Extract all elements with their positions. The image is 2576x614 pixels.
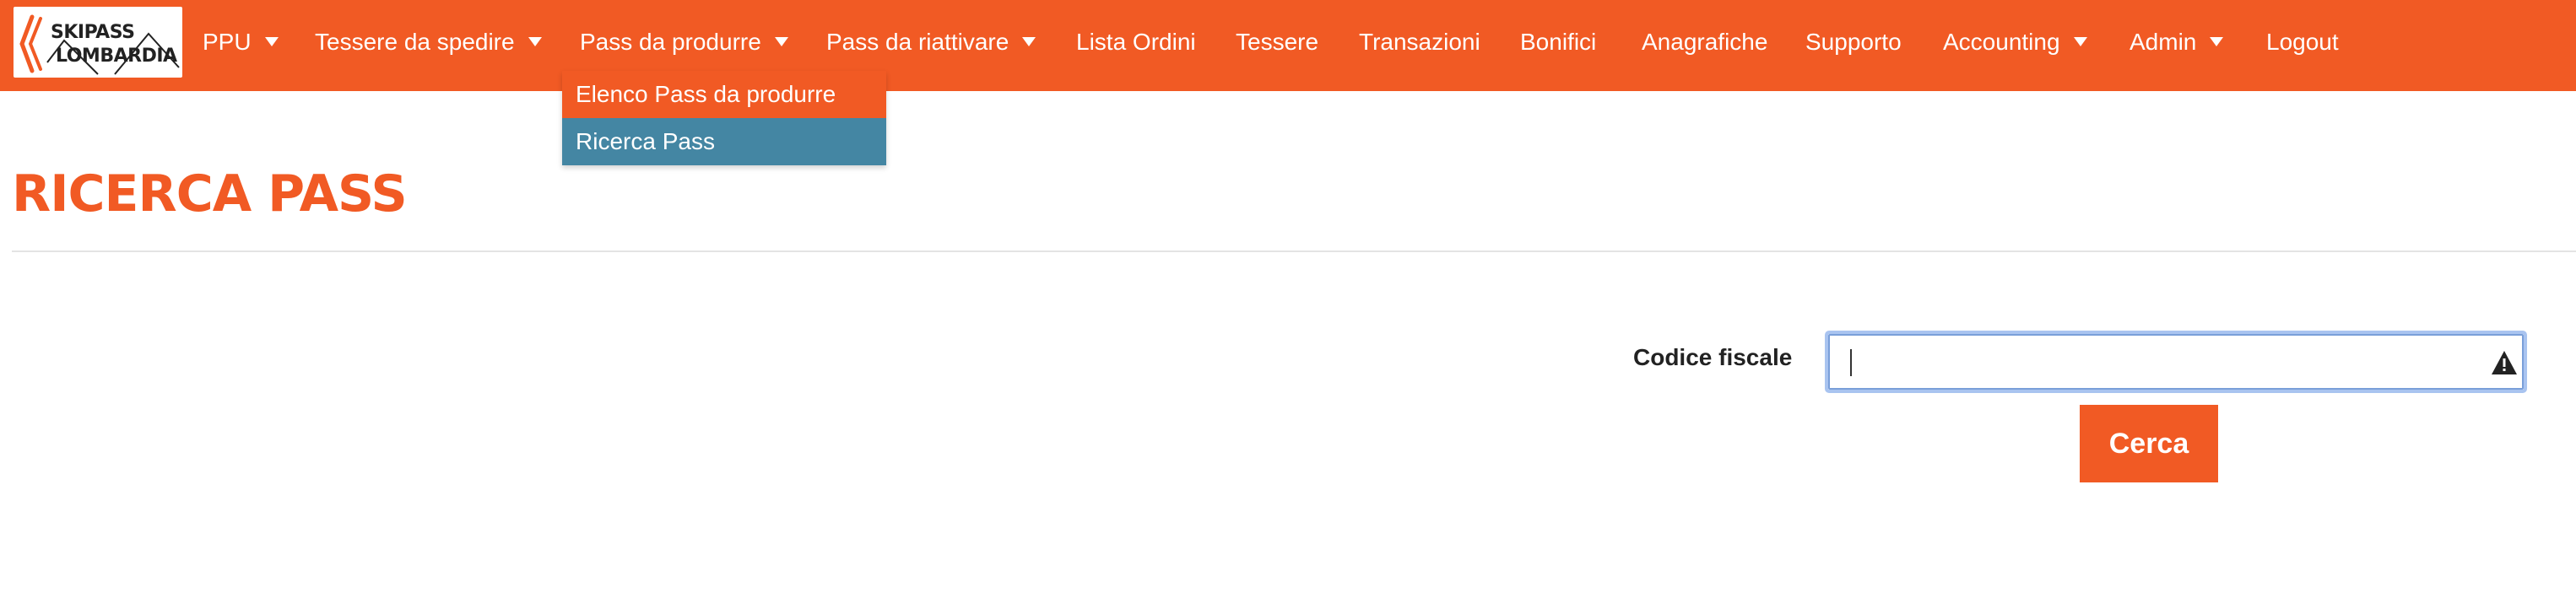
nav-item-transazioni[interactable]: Transazioni (1359, 0, 1480, 84)
codice-fiscale-input[interactable] (1828, 334, 2524, 390)
top-navbar: SKIPASS LOMBARDIA PPU Tessere da spedire… (0, 0, 2576, 91)
nav-item-bonifici[interactable]: Bonifici (1520, 0, 1596, 84)
nav-item-tessere[interactable]: Tessere (1236, 0, 1318, 84)
codice-fiscale-field-wrapper (1825, 331, 2527, 393)
nav-item-label: Admin (2130, 29, 2197, 55)
codice-fiscale-label: Codice fiscale (1633, 344, 1793, 370)
nav-item-label: Tessere da spedire (315, 29, 515, 55)
nav-item-label: Bonifici (1520, 29, 1597, 55)
caret-down-icon (2210, 37, 2224, 47)
nav-item-supporto[interactable]: Supporto (1805, 0, 1902, 84)
nav-item-label: Tessere (1236, 29, 1319, 55)
warning-triangle-icon (2492, 351, 2517, 374)
dropdown-item-elenco-pass[interactable]: Elenco Pass da produrre (562, 71, 886, 118)
nav-item-label: Supporto (1805, 29, 1902, 55)
nav-item-label: Anagrafiche (1642, 29, 1768, 55)
caret-down-icon (264, 37, 279, 47)
logo-text-skipass: SKIPASS (51, 22, 135, 43)
nav-item-admin[interactable]: Admin (2130, 0, 2224, 84)
pass-da-produrre-dropdown: Elenco Pass da produrre Ricerca Pass (562, 71, 886, 165)
nav-item-label: Accounting (1943, 29, 2060, 55)
nav-item-label: Lista Ordini (1076, 29, 1196, 55)
caret-down-icon (774, 37, 788, 47)
skipass-lombardia-logo[interactable]: SKIPASS LOMBARDIA (14, 7, 182, 78)
nav-item-label: Pass da produrre (580, 29, 761, 55)
nav-item-tessere-da-spedire[interactable]: Tessere da spedire (315, 0, 542, 84)
caret-down-icon (2073, 37, 2087, 47)
dropdown-item-ricerca-pass[interactable]: Ricerca Pass (562, 118, 886, 165)
nav-item-logout[interactable]: Logout (2266, 0, 2339, 84)
page-title: RICERCA PASS (12, 164, 408, 224)
nav-item-anagrafiche[interactable]: Anagrafiche (1642, 0, 1767, 84)
nav-item-label: Logout (2266, 29, 2339, 55)
title-divider (12, 250, 2576, 252)
caret-down-icon (528, 37, 542, 47)
logo-text-lombardia: LOMBARDIA (56, 46, 177, 67)
nav-item-label: Transazioni (1359, 29, 1480, 55)
nav-item-label: Pass da riattivare (826, 29, 1009, 55)
nav-item-label: PPU (203, 29, 252, 55)
nav-item-lista-ordini[interactable]: Lista Ordini (1076, 0, 1196, 84)
text-cursor (1850, 349, 1852, 376)
nav-item-accounting[interactable]: Accounting (1943, 0, 2087, 84)
nav-item-ppu[interactable]: PPU (203, 0, 279, 84)
cerca-button[interactable]: Cerca (2080, 405, 2218, 482)
caret-down-icon (1022, 37, 1036, 47)
